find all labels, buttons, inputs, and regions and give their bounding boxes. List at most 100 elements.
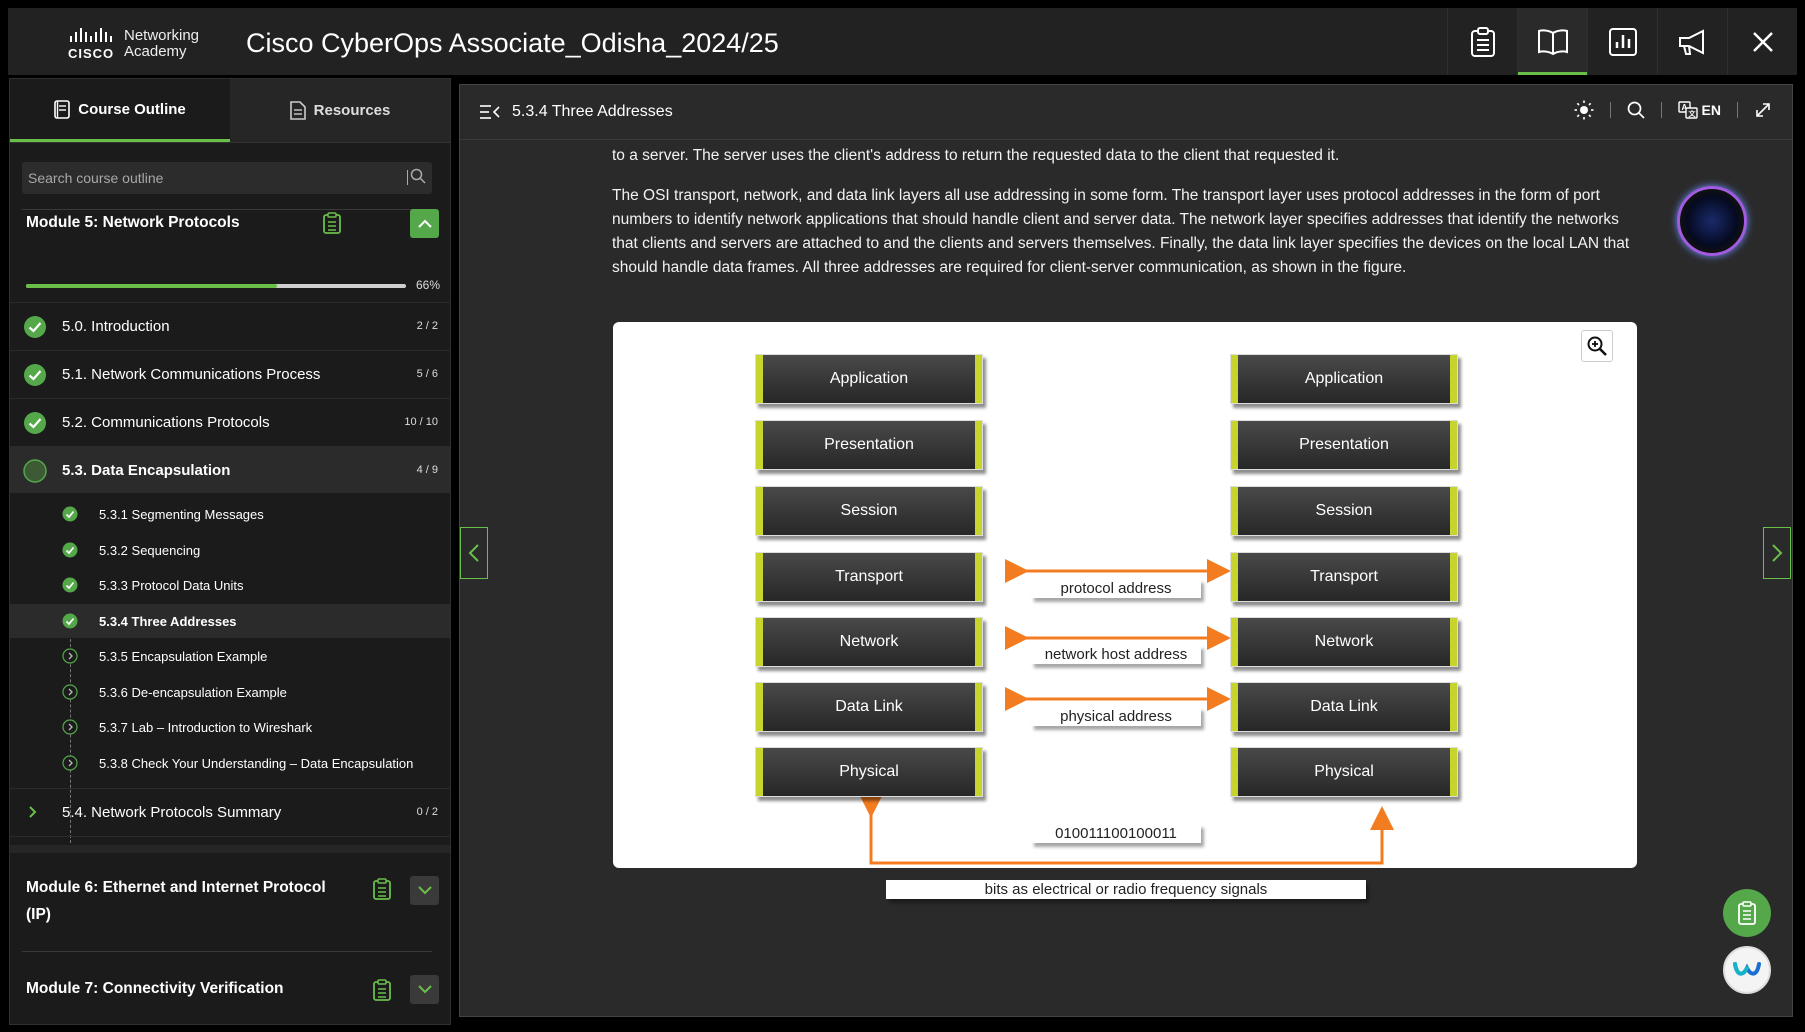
module-5-header[interactable] — [10, 207, 450, 261]
announcements-button[interactable] — [1657, 8, 1727, 75]
topic-5-0[interactable]: 5.0. Introduction 2 / 2 — [10, 302, 450, 349]
divider — [1660, 102, 1662, 118]
academy-wordmark: Networking Academy — [124, 27, 200, 60]
module-7-expand-button[interactable] — [410, 975, 439, 1004]
webex-button[interactable] — [1723, 946, 1771, 994]
clipboard-icon — [323, 212, 341, 234]
subtopic-5-3-5[interactable]: 5.3.5 Encapsulation Example — [10, 639, 450, 673]
clipboard-icon — [373, 878, 391, 900]
clipboard-icon — [373, 979, 391, 1001]
subtopic-5-3-3[interactable]: 5.3.3 Protocol Data Units — [10, 568, 450, 602]
chevron-left-icon — [468, 544, 479, 562]
signal-label: bits as electrical or radio frequency si… — [886, 880, 1366, 899]
cisco-wordmark: CISCO — [68, 46, 115, 61]
physical-address-label: physical address — [1031, 707, 1201, 726]
check-circle-icon — [62, 506, 78, 522]
previous-page-button[interactable] — [460, 527, 488, 579]
topic-count: 10 / 10 — [404, 416, 438, 428]
fullscreen-icon[interactable] — [1754, 101, 1772, 119]
paragraph: The OSI transport, network, and data lin… — [612, 187, 1630, 276]
right-application-layer: Application — [1230, 354, 1458, 404]
book-icon — [1537, 28, 1568, 55]
protocol-address-label: protocol address — [1031, 579, 1201, 598]
topic-5-2[interactable]: 5.2. Communications Protocols 10 / 10 — [10, 398, 450, 445]
language-selector[interactable]: A文 EN — [1677, 101, 1721, 119]
progress-button[interactable] — [1587, 8, 1657, 75]
content-panel: 5.3.4 Three Addresses A文 EN to a server.… — [459, 84, 1793, 1017]
close-button[interactable] — [1727, 8, 1797, 75]
module-5-progress-fill — [26, 284, 277, 288]
topic-label: 5.2. Communications Protocols — [62, 413, 270, 431]
subtopic-label: 5.3.4 Three Addresses — [99, 614, 237, 629]
top-toolbar — [1447, 8, 1797, 75]
check-circle-icon — [24, 316, 46, 338]
module-6-title[interactable]: Module 6: Ethernet and Internet Protocol… — [26, 874, 326, 928]
progress-circle-icon — [23, 459, 47, 483]
subtopic-5-3-2[interactable]: 5.3.2 Sequencing — [10, 533, 450, 567]
chevron-circle-icon — [62, 684, 78, 700]
subtopic-label: 5.3.8 Check Your Understanding – Data En… — [99, 756, 414, 771]
module-5-progress-bar — [26, 284, 406, 288]
module-6-exam-button[interactable] — [370, 877, 394, 901]
paragraph: to a server. The server uses the client'… — [612, 147, 1340, 164]
subtopic-label: 5.3.6 De-encapsulation Example — [99, 685, 287, 700]
module-7-exam-button[interactable] — [370, 978, 394, 1002]
subtopic-5-3-4[interactable]: 5.3.4 Three Addresses — [10, 604, 450, 638]
chevron-down-icon — [417, 886, 432, 895]
subtopic-5-3-7[interactable]: 5.3.7 Lab – Introduction to Wireshark — [10, 710, 450, 744]
topic-count: 5 / 6 — [416, 368, 438, 380]
module-5-collapse-button[interactable] — [410, 209, 439, 238]
check-circle-icon — [24, 412, 46, 434]
course-sidebar: Course Outline Resources Module 5: Netwo… — [9, 78, 451, 1025]
check-circle-icon — [62, 613, 78, 629]
chevron-right-icon — [29, 806, 37, 818]
course-title: Cisco CyberOps Associate_Odisha_2024/25 — [246, 28, 779, 58]
right-session-layer: Session — [1230, 486, 1458, 536]
close-icon — [1752, 31, 1773, 52]
osi-addresses-figure: Application Presentation Session Transpo… — [613, 322, 1637, 899]
subtopic-5-3-8[interactable]: 5.3.8 Check Your Understanding – Data En… — [10, 746, 450, 780]
collapse-menu-icon[interactable] — [480, 105, 500, 119]
notes-button[interactable] — [1723, 889, 1771, 937]
topic-5-4[interactable]: 5.4. Network Protocols Summary 0 / 2 — [10, 788, 450, 835]
subtopic-5-3-6[interactable]: 5.3.6 De-encapsulation Example — [10, 675, 450, 709]
tab-resources[interactable]: Resources — [230, 79, 450, 142]
cisco-bars-icon — [70, 28, 112, 42]
topic-count: 4 / 9 — [416, 464, 438, 476]
topic-label: 5.4. Network Protocols Summary — [62, 803, 282, 821]
right-data-link-layer: Data Link — [1230, 682, 1458, 732]
divider — [1737, 102, 1738, 118]
content-header: 5.3.4 Three Addresses A文 EN — [460, 85, 1792, 140]
subtopic-label: 5.3.7 Lab – Introduction to Wireshark — [99, 720, 313, 735]
left-session-layer: Session — [755, 486, 983, 536]
right-presentation-layer: Presentation — [1230, 420, 1458, 470]
brightness-icon[interactable] — [1574, 100, 1594, 120]
tab-course-outline-label: Course Outline — [78, 100, 186, 118]
assistant-avatar[interactable] — [1677, 186, 1747, 256]
module-6-expand-button[interactable] — [410, 876, 439, 905]
chevron-circle-icon — [62, 648, 78, 664]
chart-icon — [1608, 27, 1637, 56]
search-input[interactable] — [22, 170, 382, 186]
tab-course-outline[interactable]: Course Outline — [10, 79, 230, 142]
check-circle-icon — [24, 364, 46, 386]
left-network-layer: Network — [755, 617, 983, 667]
right-network-layer: Network — [1230, 617, 1458, 667]
divider — [10, 836, 450, 837]
topic-count: 0 / 2 — [416, 806, 438, 818]
topic-5-3[interactable]: 5.3. Data Encapsulation 4 / 9 — [10, 446, 450, 493]
search-icon[interactable] — [410, 168, 426, 184]
network-host-address-label: network host address — [1031, 645, 1201, 664]
subtopic-label: 5.3.5 Encapsulation Example — [99, 649, 268, 664]
networking-academy-logo[interactable]: CISCO Networking Academy — [60, 22, 210, 64]
module-5-exam-button[interactable] — [320, 211, 344, 235]
grades-button[interactable] — [1447, 8, 1517, 75]
search-icon[interactable] — [1627, 101, 1645, 119]
subtopic-5-3-1[interactable]: 5.3.1 Segmenting Messages — [10, 497, 450, 531]
next-page-button[interactable] — [1763, 527, 1791, 579]
topic-label: 5.1. Network Communications Process — [62, 365, 321, 383]
left-application-layer: Application — [755, 354, 983, 404]
course-content-button[interactable] — [1517, 8, 1587, 75]
topic-5-1[interactable]: 5.1. Network Communications Process 5 / … — [10, 350, 450, 397]
module-7-title[interactable]: Module 7: Connectivity Verification — [26, 975, 284, 1002]
